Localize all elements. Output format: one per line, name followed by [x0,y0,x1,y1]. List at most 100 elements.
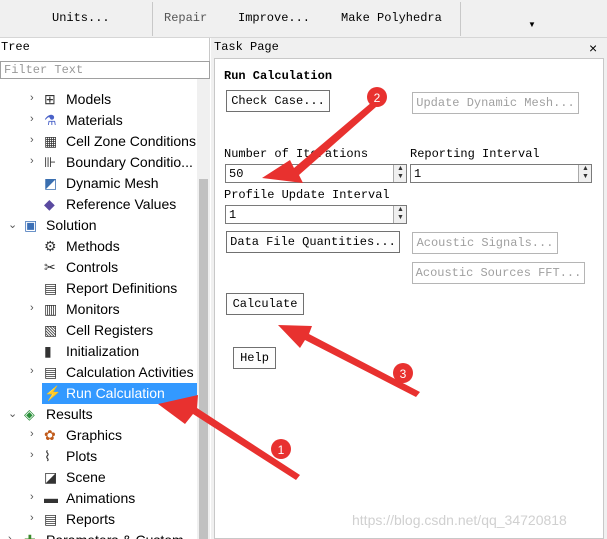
tree-item-graphics[interactable]: › ✿ Graphics [0,425,197,446]
profile-update-input[interactable]: 1 ▲ ▼ [225,205,407,224]
check-case-button[interactable]: Check Case... [226,90,330,112]
reference-icon: ◆ [44,196,55,212]
section-title: Run Calculation [224,69,333,83]
tree-item-label: Scene [66,469,106,485]
report-def-icon: ▤ [44,280,58,296]
tree-item-materials[interactable]: › ⚗ Materials [0,110,197,131]
tree-item-scene[interactable]: ◪ Scene [0,467,197,488]
units-button[interactable]: Units... [52,11,110,25]
tree-item-label: Graphics [66,427,123,443]
expand-chevron-icon[interactable]: › [30,92,34,104]
tree-item-label: Cell Zone Conditions [66,133,196,149]
tree-item-boundary-conditio[interactable]: › ⊪ Boundary Conditio... [0,152,197,173]
reporting-interval-input[interactable]: 1 ▲ ▼ [410,164,592,183]
task-panel-title: Task Page [214,40,279,54]
expand-chevron-icon[interactable]: › [30,512,34,524]
cell-zone-icon: ▦ [44,133,58,149]
collapse-chevron-icon[interactable]: ⌄ [8,407,17,420]
tree-item-models[interactable]: › ⊞ Models [0,89,197,110]
tree-item-label: Initialization [66,343,140,359]
tree-item-label: Plots [66,448,98,464]
num-iterations-input[interactable]: 50 ▲ ▼ [225,164,407,183]
tree-item-label: Controls [66,259,119,275]
solution-icon: ▣ [24,217,38,233]
tree-item-label: Results [46,406,93,422]
tree-panel-title: Tree [1,40,30,54]
toolbar-dropdown-icon[interactable]: ▼ [528,20,536,29]
tree-item-plots[interactable]: › ⌇ Plots [0,446,197,467]
num-iterations-value: 50 [229,167,244,181]
tree-item-label: Cell Registers [66,322,154,338]
task-panel: Task Page × Run Calculation Check Case..… [211,38,607,539]
expand-chevron-icon[interactable]: › [30,302,34,314]
tree-item-label: Solution [46,217,97,233]
data-file-quantities-button[interactable]: Data File Quantities... [226,231,400,253]
tree-scroll-thumb[interactable] [199,179,208,539]
tree-item-calculation-activities[interactable]: › ▤ Calculation Activities [0,362,197,383]
watermark: https://blog.csdn.net/qq_34720818 [352,512,567,528]
tree-item-parameters-custom[interactable]: › ✚ Parameters & Custom... [0,530,197,539]
tree-item-cell-zone-conditions[interactable]: › ▦ Cell Zone Conditions [0,131,197,152]
num-iterations-label: Number of Iterations [224,147,369,161]
tree-item-label: Run Calculation [66,385,165,401]
tree-item-label: Monitors [66,301,120,317]
tree-item-methods[interactable]: ⚙ Methods [0,236,197,257]
tree-item-dynamic-mesh[interactable]: ◩ Dynamic Mesh [0,173,197,194]
filter-input[interactable]: Filter Text [0,61,210,79]
improve-button[interactable]: Improve... [238,11,310,25]
tree-item-controls[interactable]: ✂ Controls [0,257,197,278]
tree-item-solution[interactable]: ⌄ ▣ Solution [0,215,197,236]
help-button[interactable]: Help [233,347,276,369]
tree-item-label: Boundary Conditio... [66,154,193,170]
tree-item-label: Dynamic Mesh [66,175,159,191]
tree-item-initialization[interactable]: ▮ Initialization [0,341,197,362]
expand-chevron-icon[interactable]: › [30,155,34,167]
tree-item-label: Parameters & Custom... [46,532,195,539]
expand-chevron-icon[interactable]: › [30,134,34,146]
boundary-icon: ⊪ [44,154,57,170]
results-icon: ◈ [24,406,35,422]
calc-activities-icon: ▤ [44,364,58,380]
collapse-chevron-icon[interactable]: ⌄ [8,218,17,231]
reporting-interval-label: Reporting Interval [410,147,540,161]
reporting-interval-spinner[interactable]: ▲ ▼ [578,165,591,182]
tree-item-cell-registers[interactable]: ▧ Cell Registers [0,320,197,341]
animations-icon: ▬ [44,490,58,506]
tree-scrollbar[interactable] [197,79,210,539]
tree-item-label: Reference Values [66,196,177,212]
lightning-icon: ⚡ [44,385,62,401]
toolbar: Units... Repair Improve... Make Polyhedr… [0,0,607,38]
tree-item-report-definitions[interactable]: ▤ Report Definitions [0,278,197,299]
reporting-interval-value: 1 [414,167,422,181]
num-iterations-spinner[interactable]: ▲ ▼ [393,165,406,182]
scene-icon: ◪ [44,469,58,485]
expand-chevron-icon[interactable]: › [30,428,34,440]
acoustic-signals-button[interactable]: Acoustic Signals... [412,232,558,254]
tree-item-label: Reports [66,511,116,527]
calculate-button[interactable]: Calculate [226,293,304,315]
repair-button[interactable]: Repair [164,11,207,25]
tree-item-monitors[interactable]: › ▥ Monitors [0,299,197,320]
expand-chevron-icon[interactable]: › [30,449,34,461]
expand-chevron-icon[interactable]: › [8,533,12,539]
tree-item-label: Animations [66,490,136,506]
methods-icon: ⚙ [44,238,57,254]
tree-item-label: Models [66,91,112,107]
tree-panel: Tree Filter Text › ⊞ Models › ⚗ Materials › ▦ Ce… [0,38,210,539]
expand-chevron-icon[interactable]: › [30,113,34,125]
tree-item-results[interactable]: ⌄ ◈ Results [0,404,197,425]
make-polyhedra-button[interactable]: Make Polyhedra [341,11,442,25]
expand-chevron-icon[interactable]: › [30,365,34,377]
flask-icon: ⚗ [44,112,57,128]
close-icon[interactable]: × [589,40,597,56]
tree-item-reports[interactable]: › ▤ Reports [0,509,197,530]
graphics-icon: ✿ [44,427,56,443]
update-dynamic-mesh-button[interactable]: Update Dynamic Mesh... [412,92,579,114]
acoustic-sources-fft-button[interactable]: Acoustic Sources FFT... [412,262,585,284]
plots-icon: ⌇ [44,448,51,464]
profile-update-spinner[interactable]: ▲ ▼ [393,206,406,223]
tree-item-animations[interactable]: › ▬ Animations [0,488,197,509]
expand-chevron-icon[interactable]: › [30,491,34,503]
tree-item-reference-values[interactable]: ◆ Reference Values [0,194,197,215]
tree-item-run-calculation[interactable]: ⚡ Run Calculation [0,383,197,404]
